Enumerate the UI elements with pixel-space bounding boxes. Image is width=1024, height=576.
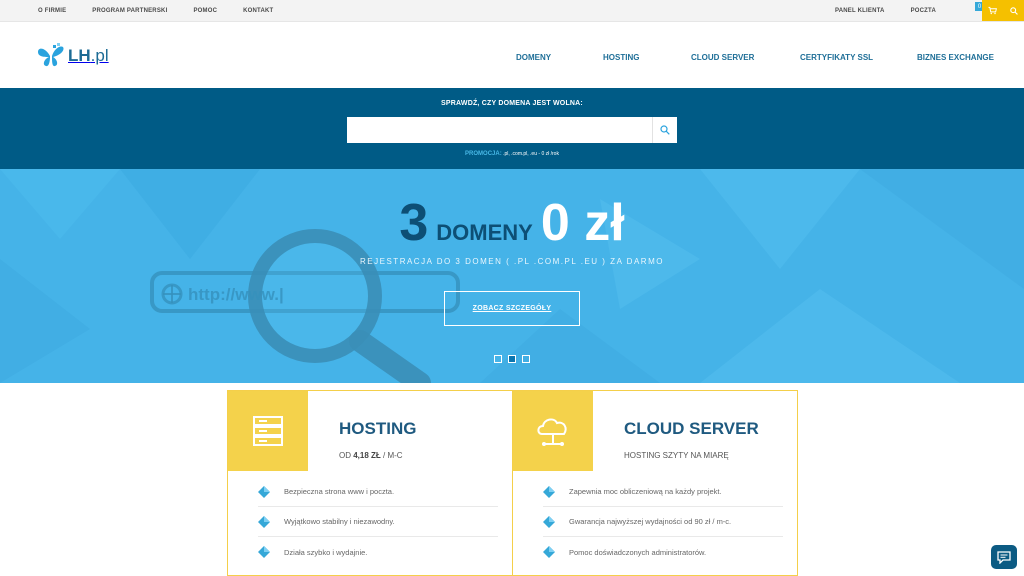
hero-cta-button[interactable]: ZOBACZ SZCZEGÓŁY [444, 291, 580, 326]
cart-icon [988, 6, 997, 15]
hero-url-decoration-text: http://www.| [188, 285, 284, 304]
feature-bullet-icon [543, 485, 555, 498]
hero-number-right: 0 zł [540, 194, 625, 252]
domain-promo: PROMOCJA: .pl, .com.pl, .eu - 0 zł /rok [0, 151, 1024, 157]
feature-bullet-icon [258, 515, 270, 528]
cloud-server-card[interactable]: CLOUD SERVER HOSTING SZYTY NA MIARĘ Zape… [513, 391, 797, 576]
slider-dot-1[interactable] [494, 355, 502, 363]
nav-item-domeny[interactable]: DOMENY [516, 53, 551, 62]
feature-bullet-icon [258, 546, 270, 558]
logo-text-suffix: .pl [90, 46, 109, 65]
butterfly-logo-icon [38, 43, 64, 67]
hosting-feature-text: Działa szybko i wydajnie. [284, 547, 368, 557]
cloud-feature-text: Zapewnia moc obliczeniową na każdy proje… [569, 487, 722, 496]
cloud-card-icon-box [513, 391, 593, 471]
nav-item-biznes-exchange[interactable]: BIZNES EXCHANGE [917, 53, 994, 62]
hosting-feature: Bezpieczna strona www i poczta. [258, 477, 498, 507]
site-logo[interactable]: LH.pl [37, 43, 109, 69]
top-utility-bar: O FIRMIE PROGRAM PARTNERSKI POMOC KONTAK… [0, 0, 1024, 22]
hero-subtitle: REJESTRACJA DO 3 DOMEN ( .PL .COM.PL .EU… [360, 257, 664, 266]
top-link-o-firmie[interactable]: O FIRMIE [38, 8, 66, 14]
hosting-price-prefix: OD [339, 451, 354, 460]
cloud-feature-text: Pomoc doświadczonych administratorów. [569, 547, 707, 557]
hosting-price-suffix: / M-C [380, 451, 403, 460]
hosting-card-icon-box [228, 391, 308, 471]
top-link-panel-klienta[interactable]: PANEL KLIENTA [835, 8, 885, 14]
top-search-button[interactable] [1003, 0, 1024, 21]
top-links-right: PANEL KLIENTA POCZTA [835, 0, 936, 22]
top-links-left: O FIRMIE PROGRAM PARTNERSKI POMOC KONTAK… [38, 0, 273, 22]
nav-item-certyfikaty-ssl[interactable]: CERTYFIKATY SSL [800, 53, 873, 62]
search-icon [1009, 6, 1018, 15]
cloud-feature: Gwarancja najwyższej wydajności od 90 zł… [543, 507, 783, 537]
hosting-price-value: 4,18 ZŁ [353, 451, 381, 460]
cloud-icon [537, 418, 567, 446]
cart-button[interactable] [982, 0, 1003, 21]
top-link-kontakt[interactable]: KONTAKT [243, 8, 273, 14]
top-link-program-partnerski[interactable]: PROGRAM PARTNERSKI [92, 8, 167, 14]
feature-bullet-icon [258, 485, 270, 498]
chat-icon [997, 550, 1011, 564]
top-link-pomoc[interactable]: POMOC [193, 8, 217, 14]
hosting-feature: Wyjątkowo stabilny i niezawodny. [258, 507, 498, 537]
domain-search-button[interactable] [652, 117, 677, 143]
nav-item-cloud-server[interactable]: CLOUD SERVER [691, 53, 754, 62]
cloud-card-title: CLOUD SERVER [624, 419, 759, 438]
top-link-poczta[interactable]: POCZTA [911, 8, 936, 14]
domain-search-input[interactable] [347, 117, 652, 143]
hosting-card-title: HOSTING [339, 419, 417, 438]
hero-word: DOMENY [436, 220, 533, 245]
logo-text-main: LH [68, 46, 91, 65]
search-icon [660, 125, 670, 135]
cloud-feature: Zapewnia moc obliczeniową na każdy proje… [543, 477, 783, 507]
hosting-feature: Działa szybko i wydajnie. [258, 537, 498, 567]
hosting-card-price: OD 4,18 ZŁ / M-C [339, 451, 403, 460]
chat-widget-button[interactable] [991, 545, 1017, 569]
feature-bullet-icon [543, 546, 555, 558]
hosting-feature-text: Bezpieczna strona www i poczta. [284, 487, 395, 496]
hero-headline: 3 DOMENY 0 zł [0, 193, 1024, 253]
cloud-feature-text: Gwarancja najwyższej wydajności od 90 zł… [569, 517, 732, 526]
hosting-card[interactable]: HOSTING OD 4,18 ZŁ / M-C Bezpieczna stro… [228, 391, 513, 576]
logo-wordmark: LH.pl [68, 46, 109, 66]
product-cards: HOSTING OD 4,18 ZŁ / M-C Bezpieczna stro… [227, 390, 798, 576]
hosting-feature-text: Wyjątkowo stabilny i niezawodny. [284, 517, 395, 526]
cloud-card-subtitle: HOSTING SZYTY NA MIARĘ [624, 451, 729, 460]
slider-dot-3[interactable] [522, 355, 530, 363]
cloud-feature: Pomoc doświadczonych administratorów. [543, 537, 783, 567]
hero-number-left: 3 [399, 194, 429, 252]
slider-dot-2[interactable] [508, 355, 516, 363]
nav-item-hosting[interactable]: HOSTING [603, 53, 639, 62]
promo-label: PROMOCJA: [465, 151, 502, 157]
domain-search-title: SPRAWDŹ, CZY DOMENA JEST WOLNA: [441, 100, 583, 107]
server-icon [253, 416, 283, 446]
feature-bullet-icon [543, 515, 555, 528]
promo-text: .pl, .com.pl, .eu - 0 zł /rok [503, 151, 559, 157]
